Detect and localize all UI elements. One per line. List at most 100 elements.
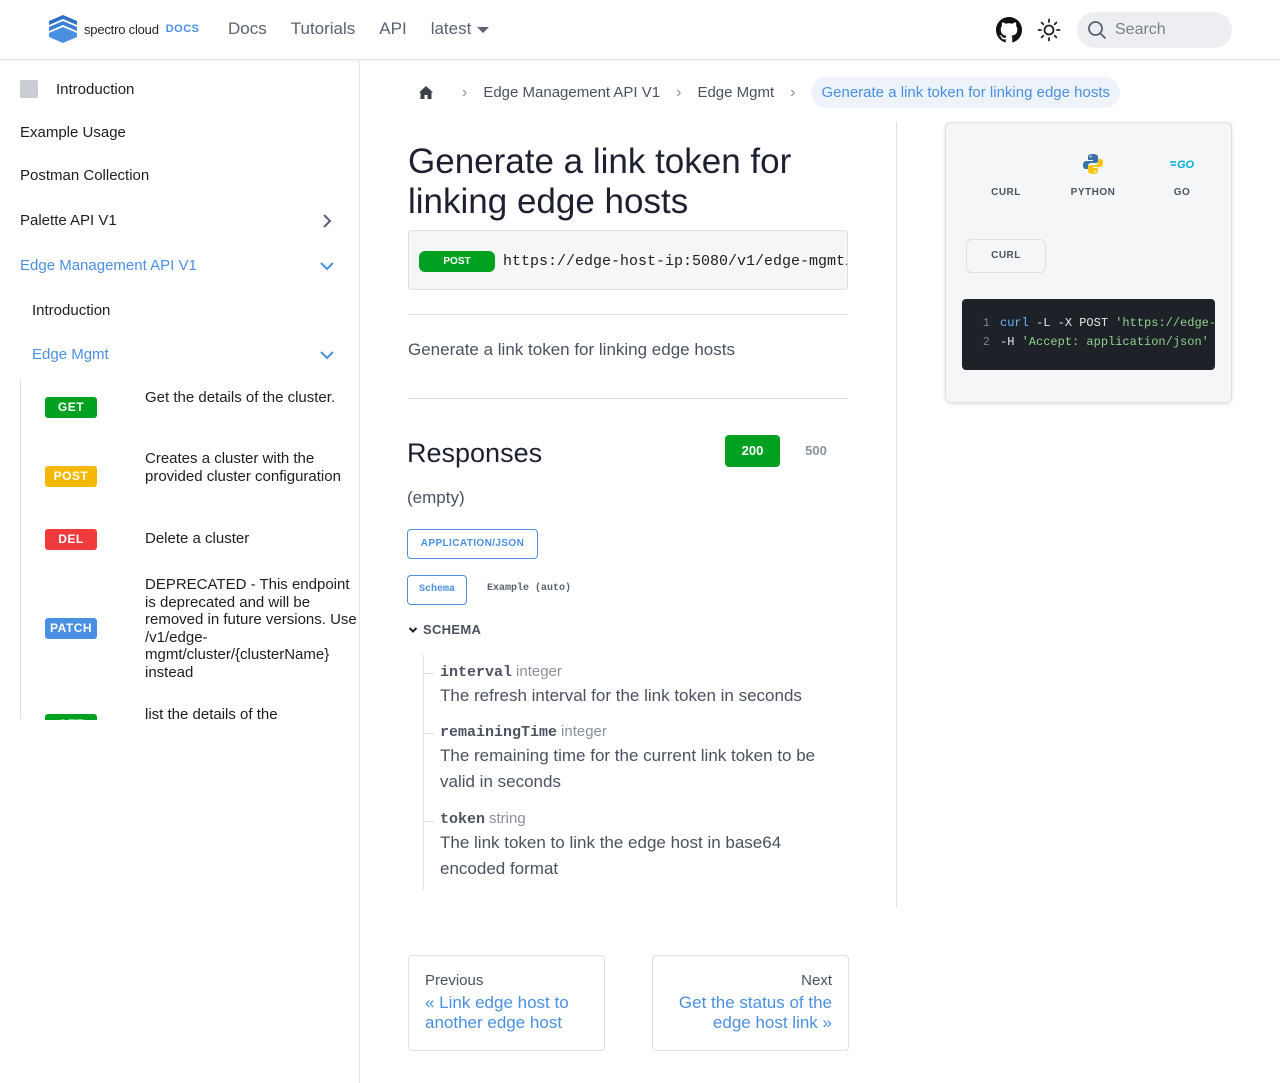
divider [408,314,848,315]
property-name: interval [440,664,513,681]
pager-title: Get the status of the edge host link » [678,993,832,1032]
breadcrumb: › Edge Management API V1 › Edge Mgmt › G… [416,76,1120,109]
endpoint-link[interactable]: Get the details of the cluster. [145,389,363,407]
property-name: remainingTime [440,724,558,741]
logo-text: spectro cloud [84,21,159,37]
endpoint-link[interactable]: DEPRECATED - This endpoint is deprecated… [145,576,363,681]
chevron-right-icon[interactable] [318,212,336,230]
language-label: GO [1173,187,1191,198]
language-label: CURL [991,187,1021,198]
schema-property: remainingTime integer The remaining time … [440,723,850,795]
chevron-down-icon[interactable] [318,346,336,364]
theme-toggle-sun-icon[interactable] [1037,18,1061,42]
version-dropdown[interactable]: latest [431,19,490,39]
sidebar-scroll-clip [0,720,359,740]
endpoint-description: Generate a link token for linking edge h… [408,340,735,359]
breadcrumb-item[interactable]: Edge Management API V1 [483,84,660,101]
property-type: integer [516,663,562,680]
version-label: latest [430,19,472,38]
endpoint-url: https://edge-host-ip:5080/v1/edge-mgmt/e… [503,253,847,270]
sidebar-item-introduction[interactable]: Introduction [20,80,134,98]
code-line: 2 -H 'Accept: application/json' [962,333,1209,352]
pager-label: Next [801,972,832,989]
sidebar-item-palette-api-v1[interactable]: Palette API V1 [20,212,117,229]
search-placeholder: Search [1115,21,1166,38]
method-badge-delete: DEL [45,529,97,550]
schema-toggle[interactable]: SCHEMA [408,622,481,637]
breadcrumb-current: Generate a link token for linking edge h… [811,77,1120,108]
property-type: integer [561,723,607,740]
code-samples-panel: CURL PYTHON GO GO CURL 1 curl -L -X POST … [945,122,1232,403]
property-type: string [489,810,526,827]
sidebar: Introduction Example Usage Postman Colle… [0,61,360,1083]
response-description: (empty) [407,488,465,507]
go-icon: GO [1170,159,1195,171]
language-label: PYTHON [1070,187,1116,198]
nav-link-api[interactable]: API [379,19,406,39]
breadcrumb-separator-icon: › [676,83,682,101]
chevron-down-icon[interactable] [318,257,336,275]
top-navbar: spectro cloud DOCS Docs Tutorials API la… [0,0,1280,60]
search-box[interactable]: Search [1077,12,1232,48]
pager-title: « Link edge host to another edge host [425,993,569,1032]
property-name: token [440,811,486,828]
line-number: 1 [982,316,990,330]
code-token-command: curl [1000,316,1029,330]
search-icon [1088,21,1106,39]
sidebar-item-example-usage[interactable]: Example Usage [20,124,126,141]
endpoint-url-box: POST https://edge-host-ip:5080/v1/edge-m… [408,230,848,290]
github-icon[interactable] [996,17,1022,43]
sidebar-item-postman-collection[interactable]: Postman Collection [20,167,149,184]
pager-previous[interactable]: Previous « Link edge host to another edg… [408,955,605,1051]
property-description: The refresh interval for the link token … [440,686,802,705]
tab-example[interactable]: Example (auto) [487,575,571,605]
method-badge-post: POST [419,251,495,272]
home-icon[interactable] [416,83,436,103]
schema-property: token string The link token to link the e… [440,810,850,882]
document-icon [20,80,38,98]
nav-links: Docs Tutorials API latest [228,19,513,39]
status-tab-500[interactable]: 500 [795,435,837,467]
tab-schema[interactable]: Schema [407,575,467,605]
schema-heading: SCHEMA [423,622,482,637]
code-token-string: 'Accept: application/json' [1021,335,1209,349]
logo[interactable]: spectro cloud DOCS [47,15,200,43]
code-block: 1 curl -L -X POST 'https://edge-host-ip:5… [962,299,1215,370]
endpoint-list-guide [20,379,21,719]
code-token: -L -X POST [1028,316,1116,330]
code-token: -H [1000,335,1022,349]
sidebar-item-label: Introduction [56,80,135,98]
page-title: Generate a link token for linking edge h… [408,142,792,221]
responses-heading: Responses [407,438,543,468]
code-token-string: 'https://edge-host-ip:5080/v1/edge-mgmt/… [1115,316,1215,330]
code-tab-curl[interactable]: CURL [966,239,1046,273]
sidebar-subitem-edge-mgmt[interactable]: Edge Mgmt [32,346,109,363]
python-icon [1083,154,1103,174]
endpoint-link[interactable]: Delete a cluster [145,530,363,548]
sidebar-item-edge-management-api-v1[interactable]: Edge Management API V1 [20,257,197,274]
property-description: The link token to link the edge host in … [440,833,782,878]
line-number: 2 [982,335,990,349]
schema-tree-tick [424,821,434,822]
status-tab-200[interactable]: 200 [725,435,780,467]
chevron-down-icon [408,626,418,633]
breadcrumb-item[interactable]: Edge Mgmt [697,84,774,101]
pager-next[interactable]: Next Get the status of the edge host lin… [652,955,849,1051]
logo-docs-label: DOCS [165,23,200,35]
property-description: The remaining time for the current link … [440,746,816,791]
sidebar-subitem-introduction[interactable]: Introduction [32,302,110,319]
schema-tree-tick [424,673,434,674]
nav-link-docs[interactable]: Docs [228,19,267,39]
mime-type-tab[interactable]: APPLICATION/JSON [407,529,538,559]
method-badge-get: GET [45,397,97,418]
column-divider [896,122,897,907]
svg-text:GO: GO [1177,159,1195,171]
schema-tree-line [423,655,424,890]
method-badge-patch: PATCH [45,618,97,639]
breadcrumb-separator-icon: › [790,83,796,101]
spectro-cloud-logo-icon [49,15,77,43]
caret-down-icon [477,27,490,33]
schema-tree-tick [424,733,434,734]
nav-link-tutorials[interactable]: Tutorials [291,19,356,39]
endpoint-link[interactable]: Creates a cluster with the provided clus… [145,450,363,485]
